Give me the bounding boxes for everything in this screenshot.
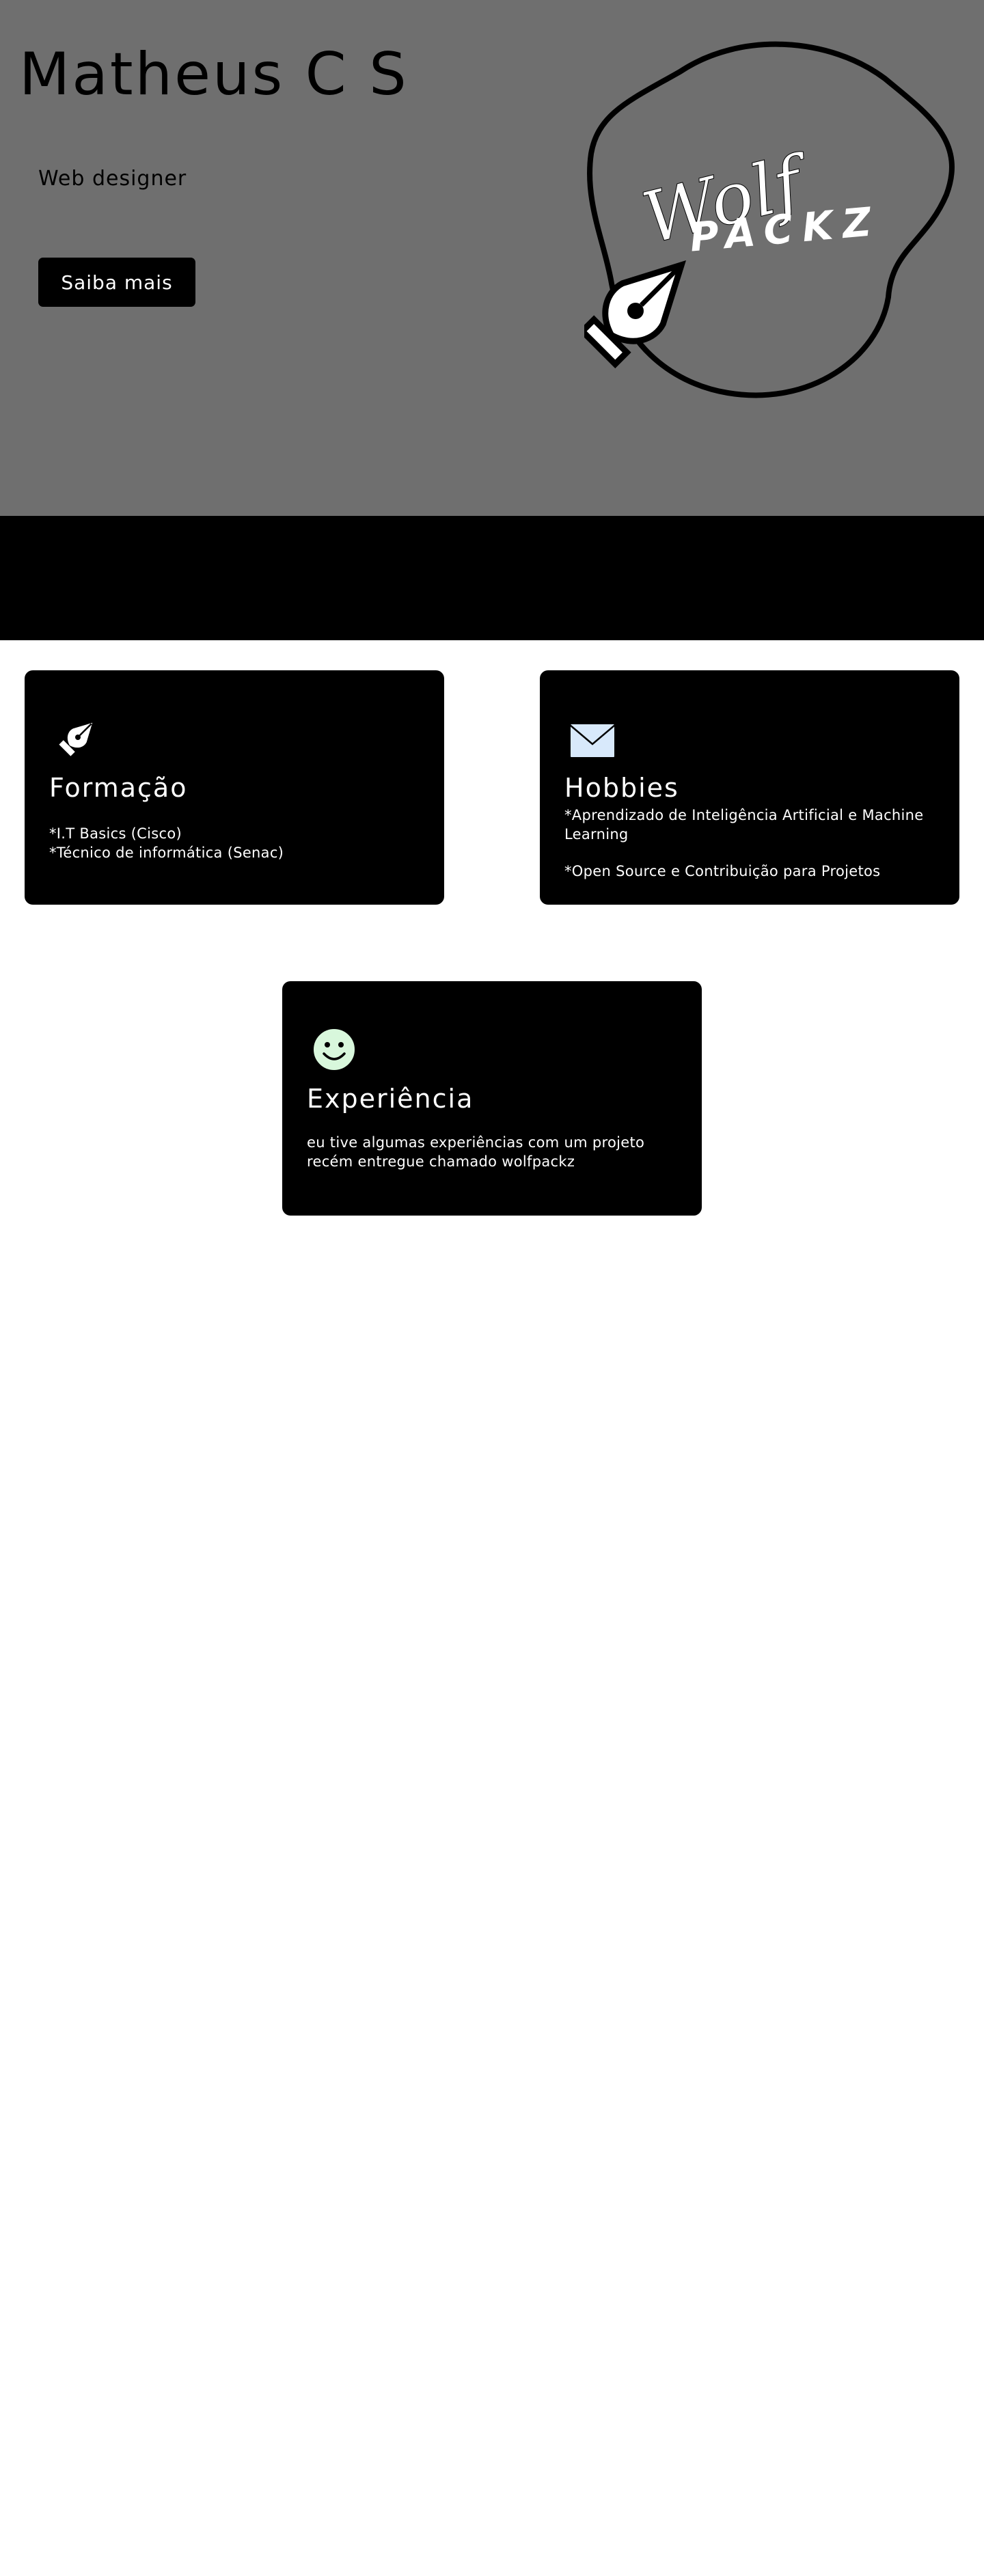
card-formacao: Formação *I.T Basics (Cisco) *Técnico de… xyxy=(25,670,444,905)
envelope-icon xyxy=(569,723,616,758)
hero-subtitle: Web designer xyxy=(38,167,187,191)
card-text: *Técnico de informática (Senac) xyxy=(49,845,284,861)
card-text: *Open Source e Contribuição para Projeto… xyxy=(564,863,881,879)
hero-section: Matheus C S Web designer Saiba mais Wolf… xyxy=(0,0,984,516)
card-text: *I.T Basics (Cisco) xyxy=(49,825,182,842)
black-band xyxy=(0,516,984,640)
card-text: Learning xyxy=(564,826,629,842)
card-text: *Aprendizado de Inteligência Artificial … xyxy=(564,807,924,823)
card-experiencia: Experiência eu tive algumas experiências… xyxy=(282,981,702,1216)
saiba-mais-button[interactable]: Saiba mais xyxy=(38,258,195,307)
card-hobbies: Hobbies *Aprendizado de Inteligência Art… xyxy=(540,670,959,905)
card-title: Hobbies xyxy=(564,773,679,803)
card-title: Experiência xyxy=(307,1084,474,1114)
wolfpackz-logo: Wolf PACKZ xyxy=(584,41,955,398)
card-text: recém entregue chamado wolfpackz xyxy=(307,1153,575,1170)
page-title: Matheus C S xyxy=(19,40,409,109)
card-title: Formação xyxy=(49,773,188,803)
card-text: eu tive algumas experiências com um proj… xyxy=(307,1134,645,1151)
pen-nib-icon xyxy=(59,722,93,756)
smiley-icon xyxy=(312,1028,356,1071)
